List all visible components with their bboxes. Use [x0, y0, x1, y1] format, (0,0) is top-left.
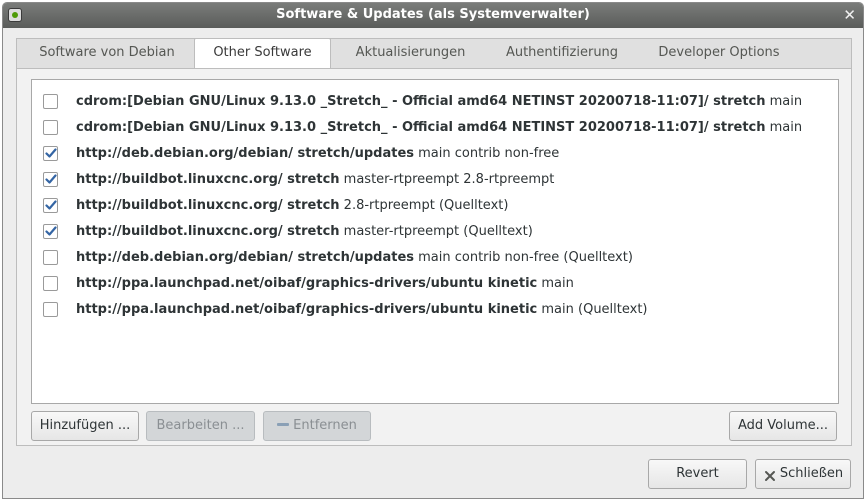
source-uri: cdrom:[Debian GNU/Linux 9.13.0 _Stretch_… [76, 119, 766, 135]
source-components: main [765, 93, 803, 109]
source-components: main [765, 119, 803, 135]
source-uri: http://buildbot.linuxcnc.org/ stretch [76, 171, 340, 187]
remove-button-label: Entfernen [293, 418, 357, 433]
source-checkbox[interactable] [43, 249, 58, 265]
source-row[interactable]: http://buildbot.linuxcnc.org/ stretch ma… [32, 166, 838, 192]
close-button[interactable]: Schließen [755, 459, 851, 489]
tab-other-software[interactable]: Other Software [194, 38, 331, 69]
add-volume-button[interactable]: Add Volume... [729, 411, 837, 441]
source-row[interactable]: http://deb.debian.org/debian/ stretch/up… [32, 140, 838, 166]
title-bar[interactable]: Software & Updates (als Systemverwalter)… [3, 3, 863, 28]
app-icon [8, 8, 22, 22]
source-components: 2.8-rtpreempt (Quelltext) [339, 197, 509, 213]
source-components: main contrib non-free [414, 145, 560, 161]
software-updates-window: Software & Updates (als Systemverwalter)… [2, 2, 864, 499]
source-row[interactable]: http://ppa.launchpad.net/oibaf/graphics-… [32, 270, 838, 296]
tab-aktualisierungen[interactable]: Aktualisierungen [333, 39, 488, 68]
checkmark-icon [45, 225, 57, 236]
source-label: cdrom:[Debian GNU/Linux 9.13.0 _Stretch_… [76, 94, 802, 109]
source-label: http://buildbot.linuxcnc.org/ stretch 2.… [76, 198, 508, 213]
source-list[interactable]: cdrom:[Debian GNU/Linux 9.13.0 _Stretch_… [31, 79, 839, 404]
tab-bar: Software von Debian Other Software Aktua… [16, 38, 852, 69]
notebook: Software von Debian Other Software Aktua… [16, 38, 852, 446]
remove-button[interactable]: Entfernen [263, 411, 371, 441]
source-checkbox[interactable] [43, 119, 58, 135]
source-components: master-rtpreempt 2.8-rtpreempt [339, 171, 555, 187]
close-button-label: Schließen [779, 466, 844, 481]
source-uri: http://buildbot.linuxcnc.org/ stretch [76, 197, 340, 213]
close-button-icon [763, 466, 777, 481]
tab-developer-options[interactable]: Developer Options [638, 39, 800, 68]
checkmark-icon [45, 199, 57, 210]
close-icon[interactable]: ✕ [843, 3, 856, 28]
window-title: Software & Updates (als Systemverwalter) [276, 7, 590, 22]
remove-icon [277, 423, 290, 426]
tab-authentifizierung[interactable]: Authentifizierung [489, 39, 635, 68]
source-label: http://buildbot.linuxcnc.org/ stretch ma… [76, 172, 554, 187]
source-label: http://deb.debian.org/debian/ stretch/up… [76, 250, 633, 265]
source-checkbox-checked[interactable] [43, 171, 58, 187]
revert-button[interactable]: Revert [648, 459, 747, 489]
source-row[interactable]: cdrom:[Debian GNU/Linux 9.13.0 _Stretch_… [32, 114, 838, 140]
source-uri: http://deb.debian.org/debian/ stretch/up… [76, 249, 414, 265]
source-label: http://ppa.launchpad.net/oibaf/graphics-… [76, 276, 574, 291]
source-uri: cdrom:[Debian GNU/Linux 9.13.0 _Stretch_… [76, 93, 766, 109]
add-button[interactable]: Hinzufügen ... [31, 411, 139, 441]
source-checkbox[interactable] [43, 275, 58, 291]
source-checkbox-checked[interactable] [43, 223, 58, 239]
checkmark-icon [45, 147, 57, 158]
source-label: cdrom:[Debian GNU/Linux 9.13.0 _Stretch_… [76, 120, 802, 135]
checkmark-icon [45, 173, 57, 184]
source-uri: http://buildbot.linuxcnc.org/ stretch [76, 223, 340, 239]
edit-button[interactable]: Bearbeiten ... [146, 411, 255, 441]
source-checkbox-checked[interactable] [43, 197, 58, 213]
source-components: master-rtpreempt (Quelltext) [339, 223, 533, 239]
source-checkbox-checked[interactable] [43, 145, 58, 161]
source-row[interactable]: http://buildbot.linuxcnc.org/ stretch 2.… [32, 192, 838, 218]
source-uri: http://ppa.launchpad.net/oibaf/graphics-… [76, 301, 538, 317]
other-software-page: cdrom:[Debian GNU/Linux 9.13.0 _Stretch_… [16, 68, 852, 446]
source-row[interactable]: http://ppa.launchpad.net/oibaf/graphics-… [32, 296, 838, 322]
source-label: http://deb.debian.org/debian/ stretch/up… [76, 146, 559, 161]
source-row[interactable]: cdrom:[Debian GNU/Linux 9.13.0 _Stretch_… [32, 88, 838, 114]
source-checkbox[interactable] [43, 301, 58, 317]
source-row[interactable]: http://deb.debian.org/debian/ stretch/up… [32, 244, 838, 270]
source-components: main contrib non-free (Quelltext) [414, 249, 633, 265]
source-components: main (Quelltext) [537, 301, 648, 317]
source-components: main [537, 275, 574, 291]
source-label: http://buildbot.linuxcnc.org/ stretch ma… [76, 224, 533, 239]
source-checkbox[interactable] [43, 93, 58, 109]
source-uri: http://deb.debian.org/debian/ stretch/up… [76, 145, 414, 161]
tab-software-von-debian[interactable]: Software von Debian [21, 39, 193, 68]
source-label: http://ppa.launchpad.net/oibaf/graphics-… [76, 302, 648, 317]
source-uri: http://ppa.launchpad.net/oibaf/graphics-… [76, 275, 538, 291]
source-row[interactable]: http://buildbot.linuxcnc.org/ stretch ma… [32, 218, 838, 244]
